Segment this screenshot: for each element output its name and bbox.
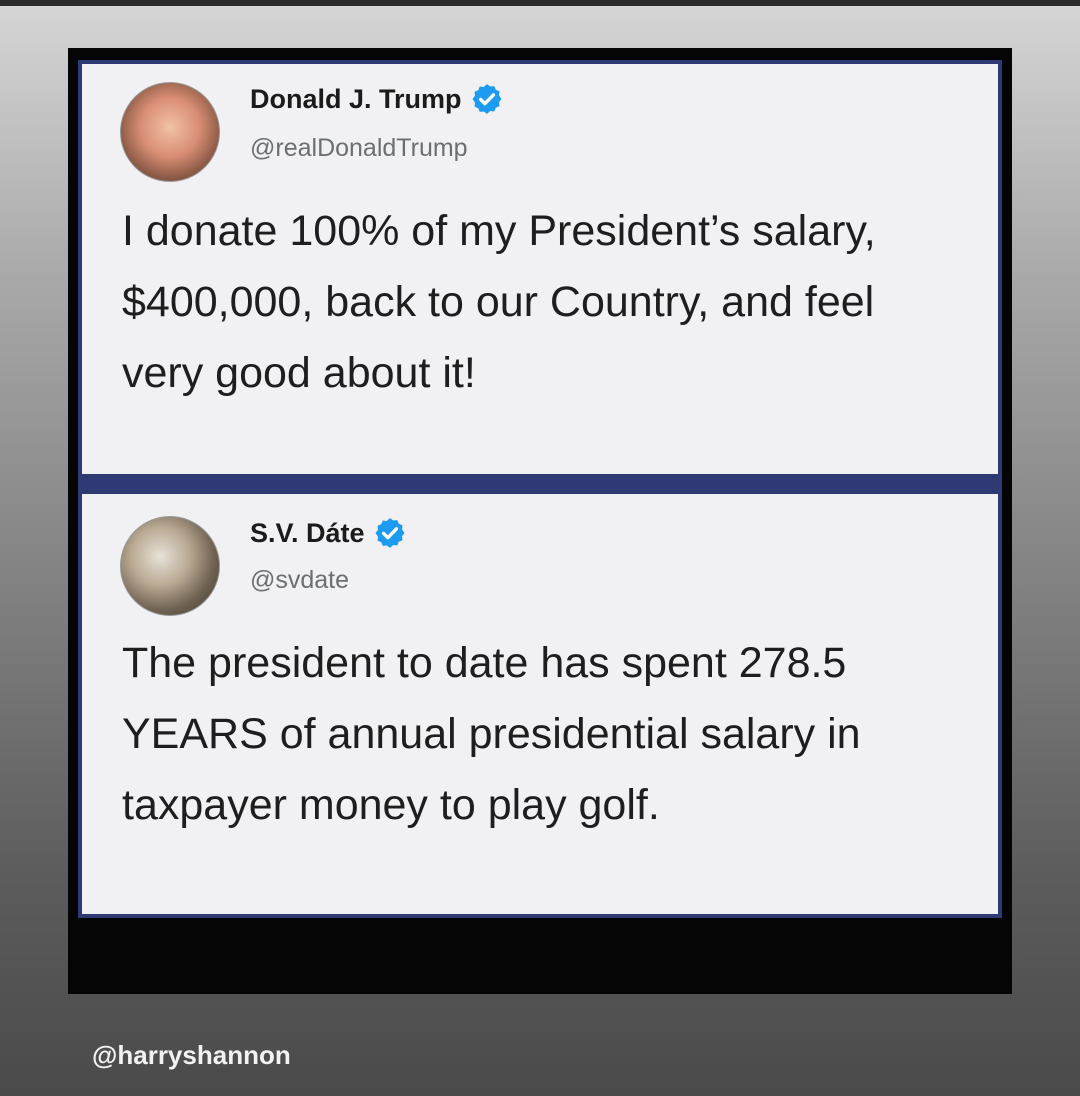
tweet-text: I donate 100% of my President’s salary, … (122, 207, 876, 397)
handle[interactable]: @svdate (250, 566, 349, 595)
top-strip (0, 0, 1080, 6)
tweet-card-1[interactable]: Donald J. Trump @realDonaldTrump I donat… (82, 64, 998, 474)
author-row: Donald J. Trump (250, 82, 504, 116)
display-name[interactable]: S.V. Dáte (250, 518, 365, 549)
author-row: S.V. Dáte (250, 516, 407, 550)
tweet-text: The president to date has spent 278.5 YE… (122, 639, 861, 829)
display-name[interactable]: Donald J. Trump (250, 84, 462, 115)
avatar[interactable] (120, 516, 220, 616)
tweet-card-2[interactable]: S.V. Dáte @svdate The president to date … (82, 494, 998, 914)
tweets-container: Donald J. Trump @realDonaldTrump I donat… (78, 60, 1002, 918)
handle[interactable]: @realDonaldTrump (250, 134, 468, 163)
verified-badge-icon (472, 84, 501, 114)
avatar[interactable] (120, 82, 220, 182)
verified-badge-icon (375, 518, 405, 548)
watermark-handle: @harryshannon (92, 1040, 291, 1070)
screenshot-frame: Donald J. Trump @realDonaldTrump I donat… (68, 48, 1012, 994)
